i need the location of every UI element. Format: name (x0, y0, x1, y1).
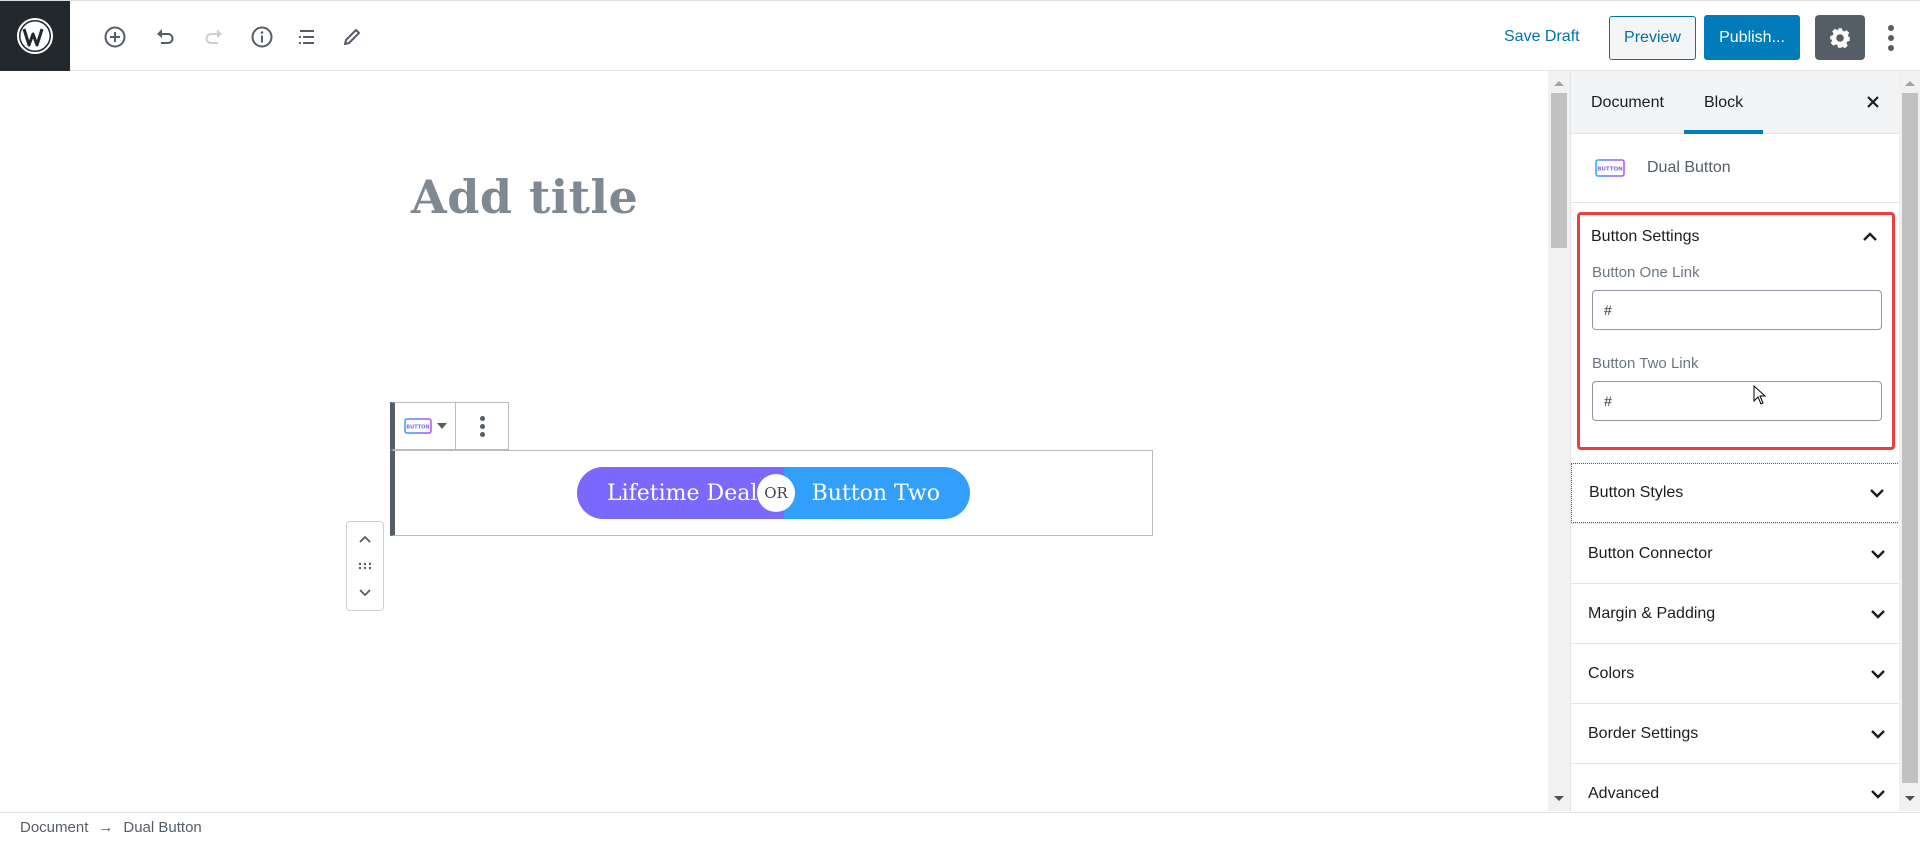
close-sidebar-button[interactable] (1860, 89, 1886, 115)
scroll-up-arrow-icon[interactable] (1905, 81, 1915, 86)
block-navigation-button[interactable] (289, 19, 325, 55)
publish-button[interactable]: Publish... (1704, 15, 1800, 60)
pencil-icon (344, 29, 360, 45)
panel-title: Button Settings (1591, 228, 1700, 245)
block-mover (346, 521, 384, 611)
sidebar-tabs: Document Block (1571, 71, 1900, 134)
scroll-down-arrow-icon[interactable] (1554, 796, 1564, 801)
wordpress-logo-icon (17, 18, 53, 54)
dual-button: Lifetime Deal Button Two OR (577, 467, 970, 519)
undo-icon (157, 29, 174, 44)
undo-button[interactable] (147, 19, 183, 55)
panel-toggle-button-styles[interactable]: Button Styles (1571, 463, 1900, 523)
save-draft-button[interactable]: Save Draft (1496, 19, 1588, 55)
svg-text:BUTTON: BUTTON (1597, 167, 1623, 173)
button-one-link-label: Button One Link (1592, 264, 1700, 281)
panel-title: Advanced (1588, 784, 1660, 802)
breadcrumb-document[interactable]: Document (20, 819, 88, 836)
drag-handle-icon (358, 562, 372, 570)
tab-document[interactable]: Document (1591, 71, 1664, 134)
panel-toggle-advanced[interactable]: Advanced (1571, 763, 1900, 811)
tools-button[interactable] (334, 19, 370, 55)
panel-title: Border Settings (1588, 724, 1699, 742)
info-icon (251, 26, 273, 48)
caret-down-icon (436, 423, 447, 429)
panel-title: Button Connector (1588, 544, 1713, 562)
move-up-button[interactable] (350, 528, 380, 550)
gear-icon (1830, 27, 1850, 48)
preview-button[interactable]: Preview (1609, 16, 1696, 60)
settings-sidebar: Document Block BUTTON Dual Button Button… (1570, 71, 1900, 811)
mouse-cursor-icon (1753, 385, 1767, 405)
chevron-down-icon (1870, 489, 1884, 498)
button-two-link-input[interactable] (1592, 381, 1882, 421)
chevron-down-icon (1871, 789, 1885, 799)
dual-button-block-icon: BUTTON (1595, 159, 1625, 177)
sidebar-scrollbar-thumb[interactable] (1902, 93, 1918, 783)
settings-button[interactable] (1815, 15, 1865, 60)
editor-scrollbar-thumb[interactable] (1551, 93, 1567, 248)
drag-handle[interactable] (350, 555, 380, 577)
breadcrumb-dual-button[interactable]: Dual Button (123, 819, 201, 836)
button-one[interactable]: Lifetime Deal (577, 467, 784, 519)
block-toolbar: BUTTON (390, 402, 509, 450)
panel-toggle-colors[interactable]: Colors (1571, 643, 1900, 703)
move-down-button[interactable] (350, 582, 380, 604)
redo-icon (205, 29, 222, 44)
button-two[interactable]: Button Two (784, 467, 970, 519)
chevron-down-icon (1871, 669, 1885, 679)
panel-title: Margin & Padding (1588, 604, 1716, 622)
block-card-title: Dual Button (1647, 159, 1731, 176)
add-block-button[interactable] (97, 19, 133, 55)
editor-scrollbar[interactable] (1548, 71, 1570, 811)
panel-toggle-margin-padding[interactable]: Margin & Padding (1571, 583, 1900, 643)
content-structure-button[interactable] (244, 19, 280, 55)
panel-title: Colors (1588, 664, 1635, 682)
dual-button-block[interactable]: Lifetime Deal Button Two OR (390, 450, 1153, 536)
chevron-down-icon (1871, 609, 1885, 619)
block-more-options-button[interactable] (456, 403, 508, 449)
chevron-up-icon (359, 535, 371, 543)
list-icon (299, 30, 314, 44)
panel-toggle-button-connector[interactable]: Button Connector (1571, 523, 1900, 583)
chevron-down-icon (359, 589, 371, 597)
breadcrumb: Document → Dual Button (0, 812, 1920, 842)
scroll-up-arrow-icon[interactable] (1554, 81, 1564, 86)
wordpress-logo-button[interactable] (0, 1, 70, 71)
post-title-input[interactable]: Add title (411, 170, 638, 224)
button-one-link-input[interactable] (1592, 290, 1882, 330)
chevron-down-icon (1871, 729, 1885, 739)
vertical-ellipsis-icon (479, 415, 485, 421)
block-switcher-button[interactable]: BUTTON (395, 403, 456, 449)
panel-title: Button Styles (1589, 484, 1684, 501)
scroll-down-arrow-icon[interactable] (1905, 796, 1915, 801)
editor-canvas: Add title BUTTON Lifetime Deal Button Tw (0, 71, 1548, 811)
plus-circle-icon (104, 26, 126, 48)
button-two-link-label: Button Two Link (1592, 355, 1699, 372)
chevron-up-icon (1863, 232, 1877, 241)
breadcrumb-separator: → (98, 819, 114, 836)
panel-button-settings: Button Settings Button One Link Button T… (1577, 212, 1895, 450)
redo-button[interactable] (196, 19, 232, 55)
close-icon (1867, 96, 1879, 108)
vertical-ellipsis-icon (1888, 24, 1894, 31)
panel-toggle-button-settings[interactable]: Button Settings (1580, 215, 1892, 259)
block-card: BUTTON Dual Button (1571, 134, 1900, 203)
tab-block[interactable]: Block (1683, 71, 1764, 134)
more-menu-button[interactable] (1878, 15, 1904, 60)
button-connector: OR (757, 474, 795, 512)
svg-text:BUTTON: BUTTON (406, 425, 429, 431)
dual-button-block-icon: BUTTON (403, 418, 432, 434)
editor-header: Save Draft Preview Publish... (0, 0, 1920, 71)
sidebar-scrollbar[interactable] (1899, 71, 1920, 811)
chevron-down-icon (1871, 549, 1885, 559)
panel-toggle-border-settings[interactable]: Border Settings (1571, 703, 1900, 763)
